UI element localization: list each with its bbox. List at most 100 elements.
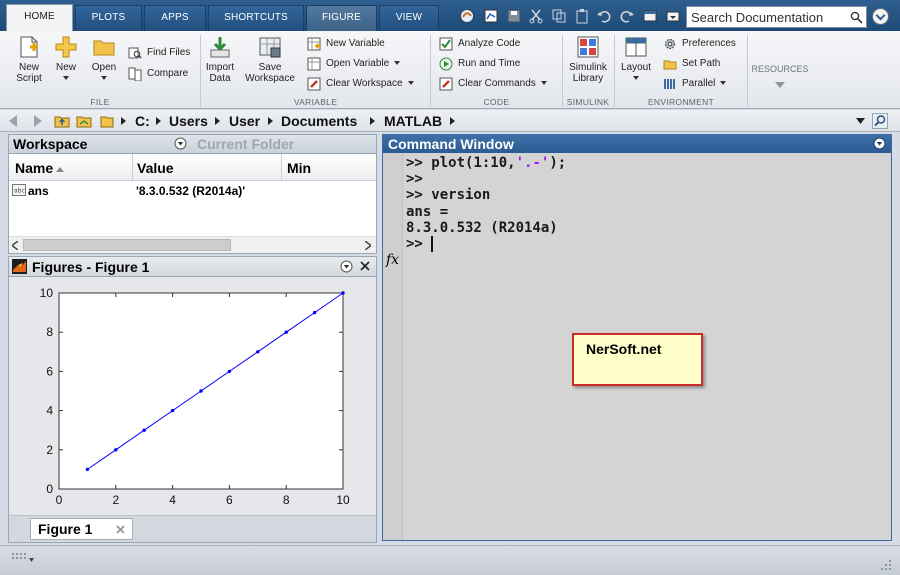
new-figure-icon[interactable] (483, 8, 499, 24)
toolstrip-ribbon: New Script New Open Find Files Compare F… (0, 31, 900, 109)
open-variable-icon (307, 57, 321, 71)
help-icon[interactable] (872, 8, 889, 25)
x-tick-label: 2 (112, 493, 119, 507)
column-divider[interactable] (132, 154, 133, 181)
switch-windows-icon[interactable] (642, 8, 658, 24)
figure-tab-bar: Figure 1 (9, 515, 376, 542)
breadcrumb-separator-icon (156, 117, 161, 125)
tab-home[interactable]: HOME (6, 4, 73, 32)
new-variable-icon (307, 37, 321, 51)
environment-section-label: ENVIRONMENT (647, 97, 715, 107)
command-input-line[interactable]: >> (406, 236, 566, 253)
y-tick-label: 8 (46, 325, 53, 339)
command-prompt: >> (406, 155, 432, 171)
command-output-line: 8.3.0.532 (R2014a) (406, 219, 558, 236)
undo-icon[interactable] (596, 8, 612, 24)
tab-view[interactable]: VIEW (379, 5, 439, 31)
command-window-title: Command Window (388, 136, 514, 152)
breadcrumb-item[interactable]: Documents (281, 113, 357, 129)
save-icon[interactable] (506, 8, 522, 24)
redo-icon[interactable] (619, 8, 635, 24)
x-tick-label: 8 (283, 493, 290, 507)
variable-value: '8.3.0.532 (R2014a)' (136, 184, 246, 198)
tab-shortcuts[interactable]: SHORTCUTS (208, 5, 304, 31)
tab-apps[interactable]: APPS (144, 5, 206, 31)
figure-1-plot[interactable]: 0 2 4 6 8 10 0 2 4 6 8 10 (9, 278, 376, 515)
new-script-button[interactable]: New Script (12, 35, 46, 84)
cut-icon[interactable] (528, 8, 544, 24)
x-tick-label: 0 (56, 493, 63, 507)
clear-commands-label: Clear Commands (458, 78, 547, 89)
column-header-value[interactable]: Value (137, 160, 174, 176)
simulink-library-label: Simulink Library (569, 62, 607, 84)
scrollbar-thumb[interactable] (23, 239, 231, 251)
customize-toolbar-icon[interactable] (665, 8, 681, 24)
panel-menu-icon[interactable] (873, 137, 886, 150)
command-line: >> plot(1:10,'.-'); (406, 155, 566, 171)
column-divider[interactable] (281, 154, 282, 181)
tab-workspace[interactable]: Workspace (13, 136, 87, 155)
quick-access-toolbar (449, 6, 685, 28)
parallel-icon (664, 79, 675, 89)
back-arrow-icon[interactable] (9, 115, 17, 127)
resources-button[interactable]: RESOURCES (750, 64, 810, 89)
tab-current-folder[interactable]: Current Folder (197, 136, 294, 155)
new-button[interactable]: New (52, 35, 80, 80)
breadcrumb-separator-icon (450, 117, 455, 125)
breadcrumb-item[interactable]: C: (135, 113, 150, 129)
breadcrumb-separator-icon (370, 117, 375, 125)
new-label: New (55, 62, 76, 73)
simulink-library-button[interactable]: Simulink Library (566, 35, 610, 84)
command-prompt: >> (406, 236, 432, 253)
breadcrumb-separator-icon (268, 117, 273, 125)
browse-folder-icon[interactable] (76, 113, 92, 129)
copy-icon[interactable] (551, 8, 567, 24)
close-icon[interactable] (116, 525, 125, 534)
grip-icon[interactable] (12, 553, 34, 563)
panel-menu-icon[interactable] (340, 260, 353, 273)
open-button[interactable]: Open (89, 35, 119, 80)
layout-button[interactable]: Layout (619, 35, 653, 80)
figures-title: Figures - Figure 1 (32, 259, 150, 275)
variable-section-label: VARIABLE (293, 97, 338, 107)
search-placeholder: Search Documentation (691, 10, 824, 25)
chevron-down-icon (394, 61, 401, 66)
resize-grip-icon[interactable] (880, 559, 892, 571)
data-point (256, 350, 260, 354)
ribbon-separator (747, 35, 748, 107)
panel-menu-icon[interactable] (174, 137, 187, 150)
simulink-icon[interactable] (459, 8, 475, 24)
up-folder-icon[interactable] (54, 113, 70, 129)
tab-figure-1[interactable]: Figure 1 (30, 518, 133, 540)
command-window-output[interactable]: >> plot(1:10,'.-'); >> >> version ans = 8.3.… (406, 155, 566, 253)
open-variable-text: Open Variable (326, 58, 390, 69)
y-tick-label: 6 (46, 364, 53, 378)
search-documentation-input[interactable]: Search Documentation (686, 6, 867, 28)
function-browser-icon[interactable]: fx (386, 252, 399, 268)
column-header-name[interactable]: Name (15, 160, 65, 176)
tab-plots[interactable]: PLOTS (75, 5, 142, 31)
preferences-label: Preferences (682, 38, 736, 49)
scroll-left-icon[interactable] (12, 241, 18, 250)
column-header-min[interactable]: Min (287, 160, 311, 176)
import-data-button[interactable]: Import Data (203, 35, 237, 84)
search-icon[interactable] (850, 11, 863, 24)
table-row[interactable]: abc ans '8.3.0.532 (R2014a)' (9, 182, 376, 200)
search-folder-icon[interactable] (872, 113, 888, 129)
scroll-right-icon[interactable] (365, 241, 371, 250)
breadcrumb-item[interactable]: User (229, 113, 260, 129)
simulink-library-icon (577, 36, 599, 58)
address-dropdown-icon[interactable] (856, 118, 865, 124)
close-icon[interactable] (360, 261, 370, 271)
save-workspace-button[interactable]: Save Workspace (243, 35, 297, 84)
command-code: plot(1:10, (431, 155, 516, 171)
layout-icon (625, 37, 647, 57)
breadcrumb-item[interactable]: MATLAB (384, 113, 442, 129)
tab-figure[interactable]: FIGURE (306, 5, 377, 31)
breadcrumb-item[interactable]: Users (169, 113, 208, 129)
folder-icon (100, 116, 114, 128)
forward-arrow-icon[interactable] (34, 115, 42, 127)
x-tick-label: 10 (336, 493, 350, 507)
horizontal-scrollbar[interactable] (9, 236, 376, 253)
paste-icon[interactable] (574, 8, 590, 24)
